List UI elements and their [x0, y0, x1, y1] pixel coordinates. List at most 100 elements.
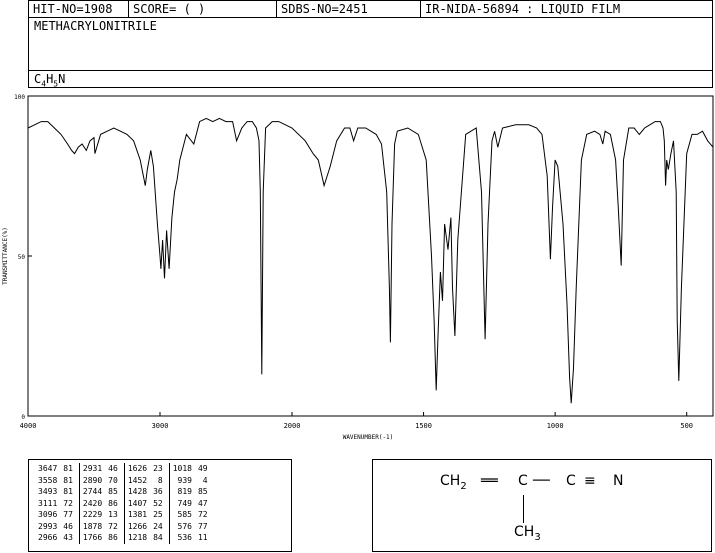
peak-transmittance: 86 [105, 532, 125, 544]
peak-transmittance: 43 [60, 532, 80, 544]
x-tick-label: 2000 [284, 422, 301, 430]
peak-wavenumber: 2890 [82, 475, 103, 485]
structure-ch3-sub: 3 [534, 531, 541, 543]
peak-transmittance: 72 [60, 497, 80, 509]
y-tick-label: 50 [18, 254, 26, 261]
structure-central-c: C [518, 473, 528, 489]
peak-transmittance: 8 [150, 474, 170, 486]
peak-wavenumber: 1381 [127, 510, 148, 520]
peak-wavenumber: 819 [177, 487, 192, 497]
peak-transmittance: 47 [197, 498, 208, 508]
peak-transmittance: 77 [197, 521, 208, 531]
peak-row: 2966 43 1766 86 1218 84 536 11 [35, 532, 211, 544]
peak-row: 3111 72 2420 86 1407 52 749 47 [35, 497, 211, 509]
peak-table-box: 3647 81 2931 46 1626 23 1018 49 3558 81 2890 70 1452… [28, 459, 292, 552]
ir-spectrum-chart: 100500 4000 3000 2000 1500 1000 500 WAVENUMBE… [2, 94, 714, 441]
peak-transmittance: 85 [105, 486, 125, 498]
peak-wavenumber: 536 [177, 533, 192, 543]
score: SCORE= ( ) [129, 1, 277, 18]
peak-transmittance: 25 [150, 509, 170, 521]
header-row: HIT-NO=1908 SCORE= ( ) SDBS-NO=2451 IR-N… [28, 0, 713, 18]
structure-n: N [613, 473, 624, 489]
peak-wavenumber: 2966 [38, 533, 58, 543]
peak-transmittance: 72 [197, 510, 208, 520]
y-axis-label: TRANSMITTANCE(%) [2, 227, 9, 285]
peak-wavenumber: 2931 [82, 464, 103, 474]
peak-wavenumber: 585 [177, 510, 192, 520]
peak-transmittance: 49 [197, 464, 208, 474]
peak-transmittance: 81 [60, 463, 80, 475]
compound-name: METHACRYLONITRILE [34, 19, 157, 33]
peak-row: 3558 81 2890 70 1452 8 939 4 [35, 474, 211, 486]
x-tick-label: 3000 [152, 422, 169, 430]
formula: C4H5N [34, 72, 65, 88]
peak-transmittance: 70 [105, 474, 125, 486]
peak-transmittance: 81 [60, 474, 80, 486]
peak-wavenumber: 1452 [127, 475, 148, 485]
peak-row: 2993 46 1878 72 1266 24 576 77 [35, 520, 211, 532]
peak-wavenumber: 2993 [38, 521, 58, 531]
x-tick-label: 1000 [547, 422, 564, 430]
peak-transmittance: 77 [60, 509, 80, 521]
peak-row: 3493 81 2744 85 1428 36 819 85 [35, 486, 211, 498]
y-tick-label: 100 [14, 94, 25, 101]
peak-wavenumber: 749 [177, 498, 192, 508]
peak-transmittance: 46 [105, 463, 125, 475]
x-tick-label: 500 [680, 422, 693, 430]
peak-wavenumber: 3493 [38, 487, 58, 497]
peak-wavenumber: 1766 [82, 533, 103, 543]
peak-row: 3096 77 2229 13 1381 25 585 72 [35, 509, 211, 521]
structure-single-bond: ── [533, 473, 550, 489]
peak-transmittance: 36 [150, 486, 170, 498]
compound-name-box: METHACRYLONITRILE [28, 17, 713, 71]
peak-transmittance: 11 [197, 533, 208, 543]
peak-transmittance: 23 [150, 463, 170, 475]
structure-triple-bond: ≡ [584, 473, 596, 489]
x-tick-label: 4000 [20, 422, 37, 430]
structure-ch2-sub: 2 [460, 480, 467, 492]
peak-transmittance: 52 [150, 497, 170, 509]
peak-wavenumber: 1266 [127, 521, 148, 531]
structure-nitrile-c: C [566, 473, 576, 489]
peak-transmittance: 86 [105, 497, 125, 509]
hit-no: HIT-NO=1908 [29, 1, 129, 18]
peak-wavenumber: 939 [177, 475, 192, 485]
structure-box: CH2 ══ C ── C ≡ N CH3 [372, 459, 712, 552]
peak-wavenumber: 1018 [172, 464, 192, 474]
structure-ch2-label: CH [440, 473, 461, 489]
structure-double-bond: ══ [481, 473, 498, 489]
x-axis-label: WAVENUMBER(-1) [343, 434, 394, 441]
peak-wavenumber: 1428 [127, 487, 148, 497]
peak-wavenumber: 2229 [82, 510, 103, 520]
x-tick-label: 1500 [415, 422, 432, 430]
peak-wavenumber: 2744 [82, 487, 103, 497]
peak-wavenumber: 1407 [127, 498, 148, 508]
peak-wavenumber: 3096 [38, 510, 58, 520]
plot-frame [27, 95, 714, 417]
formula-n: N [58, 72, 66, 86]
sdbs-no: SDBS-NO=2451 [277, 1, 421, 18]
peak-wavenumber: 3647 [38, 464, 58, 474]
peak-wavenumber: 1626 [127, 464, 148, 474]
peak-transmittance: 24 [150, 520, 170, 532]
structure-ch3: CH3 [514, 524, 541, 543]
peak-transmittance: 85 [197, 487, 208, 497]
peak-wavenumber: 576 [177, 521, 192, 531]
structure-ch3-label: CH [514, 524, 535, 540]
peak-wavenumber: 1878 [82, 521, 103, 531]
y-tick-label: 0 [21, 414, 25, 421]
structure-vertical-bond [523, 495, 524, 523]
peak-transmittance: 81 [60, 486, 80, 498]
peak-transmittance: 46 [60, 520, 80, 532]
peak-wavenumber: 3558 [38, 475, 58, 485]
peak-transmittance: 13 [105, 509, 125, 521]
peak-transmittance: 72 [105, 520, 125, 532]
peak-wavenumber: 2420 [82, 498, 103, 508]
peak-row: 3647 81 2931 46 1626 23 1018 49 [35, 463, 211, 475]
spectrum-line [27, 117, 714, 404]
peak-wavenumber: 1218 [127, 533, 148, 543]
structure-ch2: CH2 [440, 473, 467, 492]
ir-info: IR-NIDA-56894 : LIQUID FILM [425, 2, 621, 16]
peak-table: 3647 81 2931 46 1626 23 1018 49 3558 81 2890 70 1452… [35, 463, 211, 544]
peak-transmittance: 4 [202, 475, 208, 485]
